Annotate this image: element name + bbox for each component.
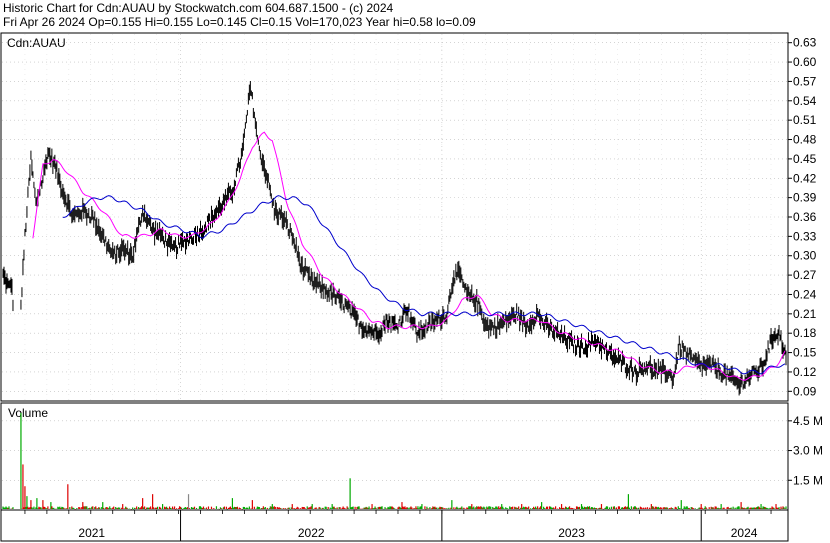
- price-tick-label: 0.12: [793, 365, 817, 379]
- price-tick-label: 0.21: [793, 307, 817, 321]
- chart-header-line1: Historic Chart for Cdn:AUAU by Stockwatc…: [3, 1, 393, 15]
- year-label: 2022: [298, 526, 325, 540]
- price-tick-label: 0.18: [793, 326, 817, 340]
- volume-tick-label: 1.5 M: [793, 473, 823, 487]
- price-tick-label: 0.42: [793, 171, 817, 185]
- price-tick-label: 0.09: [793, 384, 817, 398]
- price-tick-label: 0.24: [793, 287, 817, 301]
- stock-chart: Historic Chart for Cdn:AUAU by Stockwatc…: [0, 0, 830, 543]
- price-tick-label: 0.48: [793, 133, 817, 147]
- price-tick-label: 0.33: [793, 229, 817, 243]
- volume-axis-ticks: 4.5 M 3.0 M 1.5 M: [788, 414, 823, 487]
- volume-panel-label: Volume: [8, 406, 48, 420]
- price-tick-label: 0.36: [793, 210, 817, 224]
- volume-tick-label: 4.5 M: [793, 414, 823, 428]
- price-tick-label: 0.39: [793, 191, 817, 205]
- price-tick-label: 0.27: [793, 268, 817, 282]
- price-tick-label: 0.60: [793, 55, 817, 69]
- price-panel-label: Cdn:AUAU: [7, 36, 66, 50]
- price-tick-label: 0.57: [793, 74, 817, 88]
- year-label: 2024: [731, 526, 758, 540]
- chart-header-line2: Fri Apr 26 2024 Op=0.155 Hi=0.155 Lo=0.1…: [3, 15, 476, 29]
- price-tick-label: 0.30: [793, 249, 817, 263]
- year-label: 2023: [558, 526, 585, 540]
- price-tick-label: 0.45: [793, 152, 817, 166]
- price-tick-label: 0.15: [793, 346, 817, 360]
- price-tick-label: 0.63: [793, 36, 817, 50]
- price-tick-label: 0.51: [793, 113, 817, 127]
- price-tick-label: 0.54: [793, 94, 817, 108]
- year-label: 2021: [78, 526, 105, 540]
- volume-tick-label: 3.0 M: [793, 444, 823, 458]
